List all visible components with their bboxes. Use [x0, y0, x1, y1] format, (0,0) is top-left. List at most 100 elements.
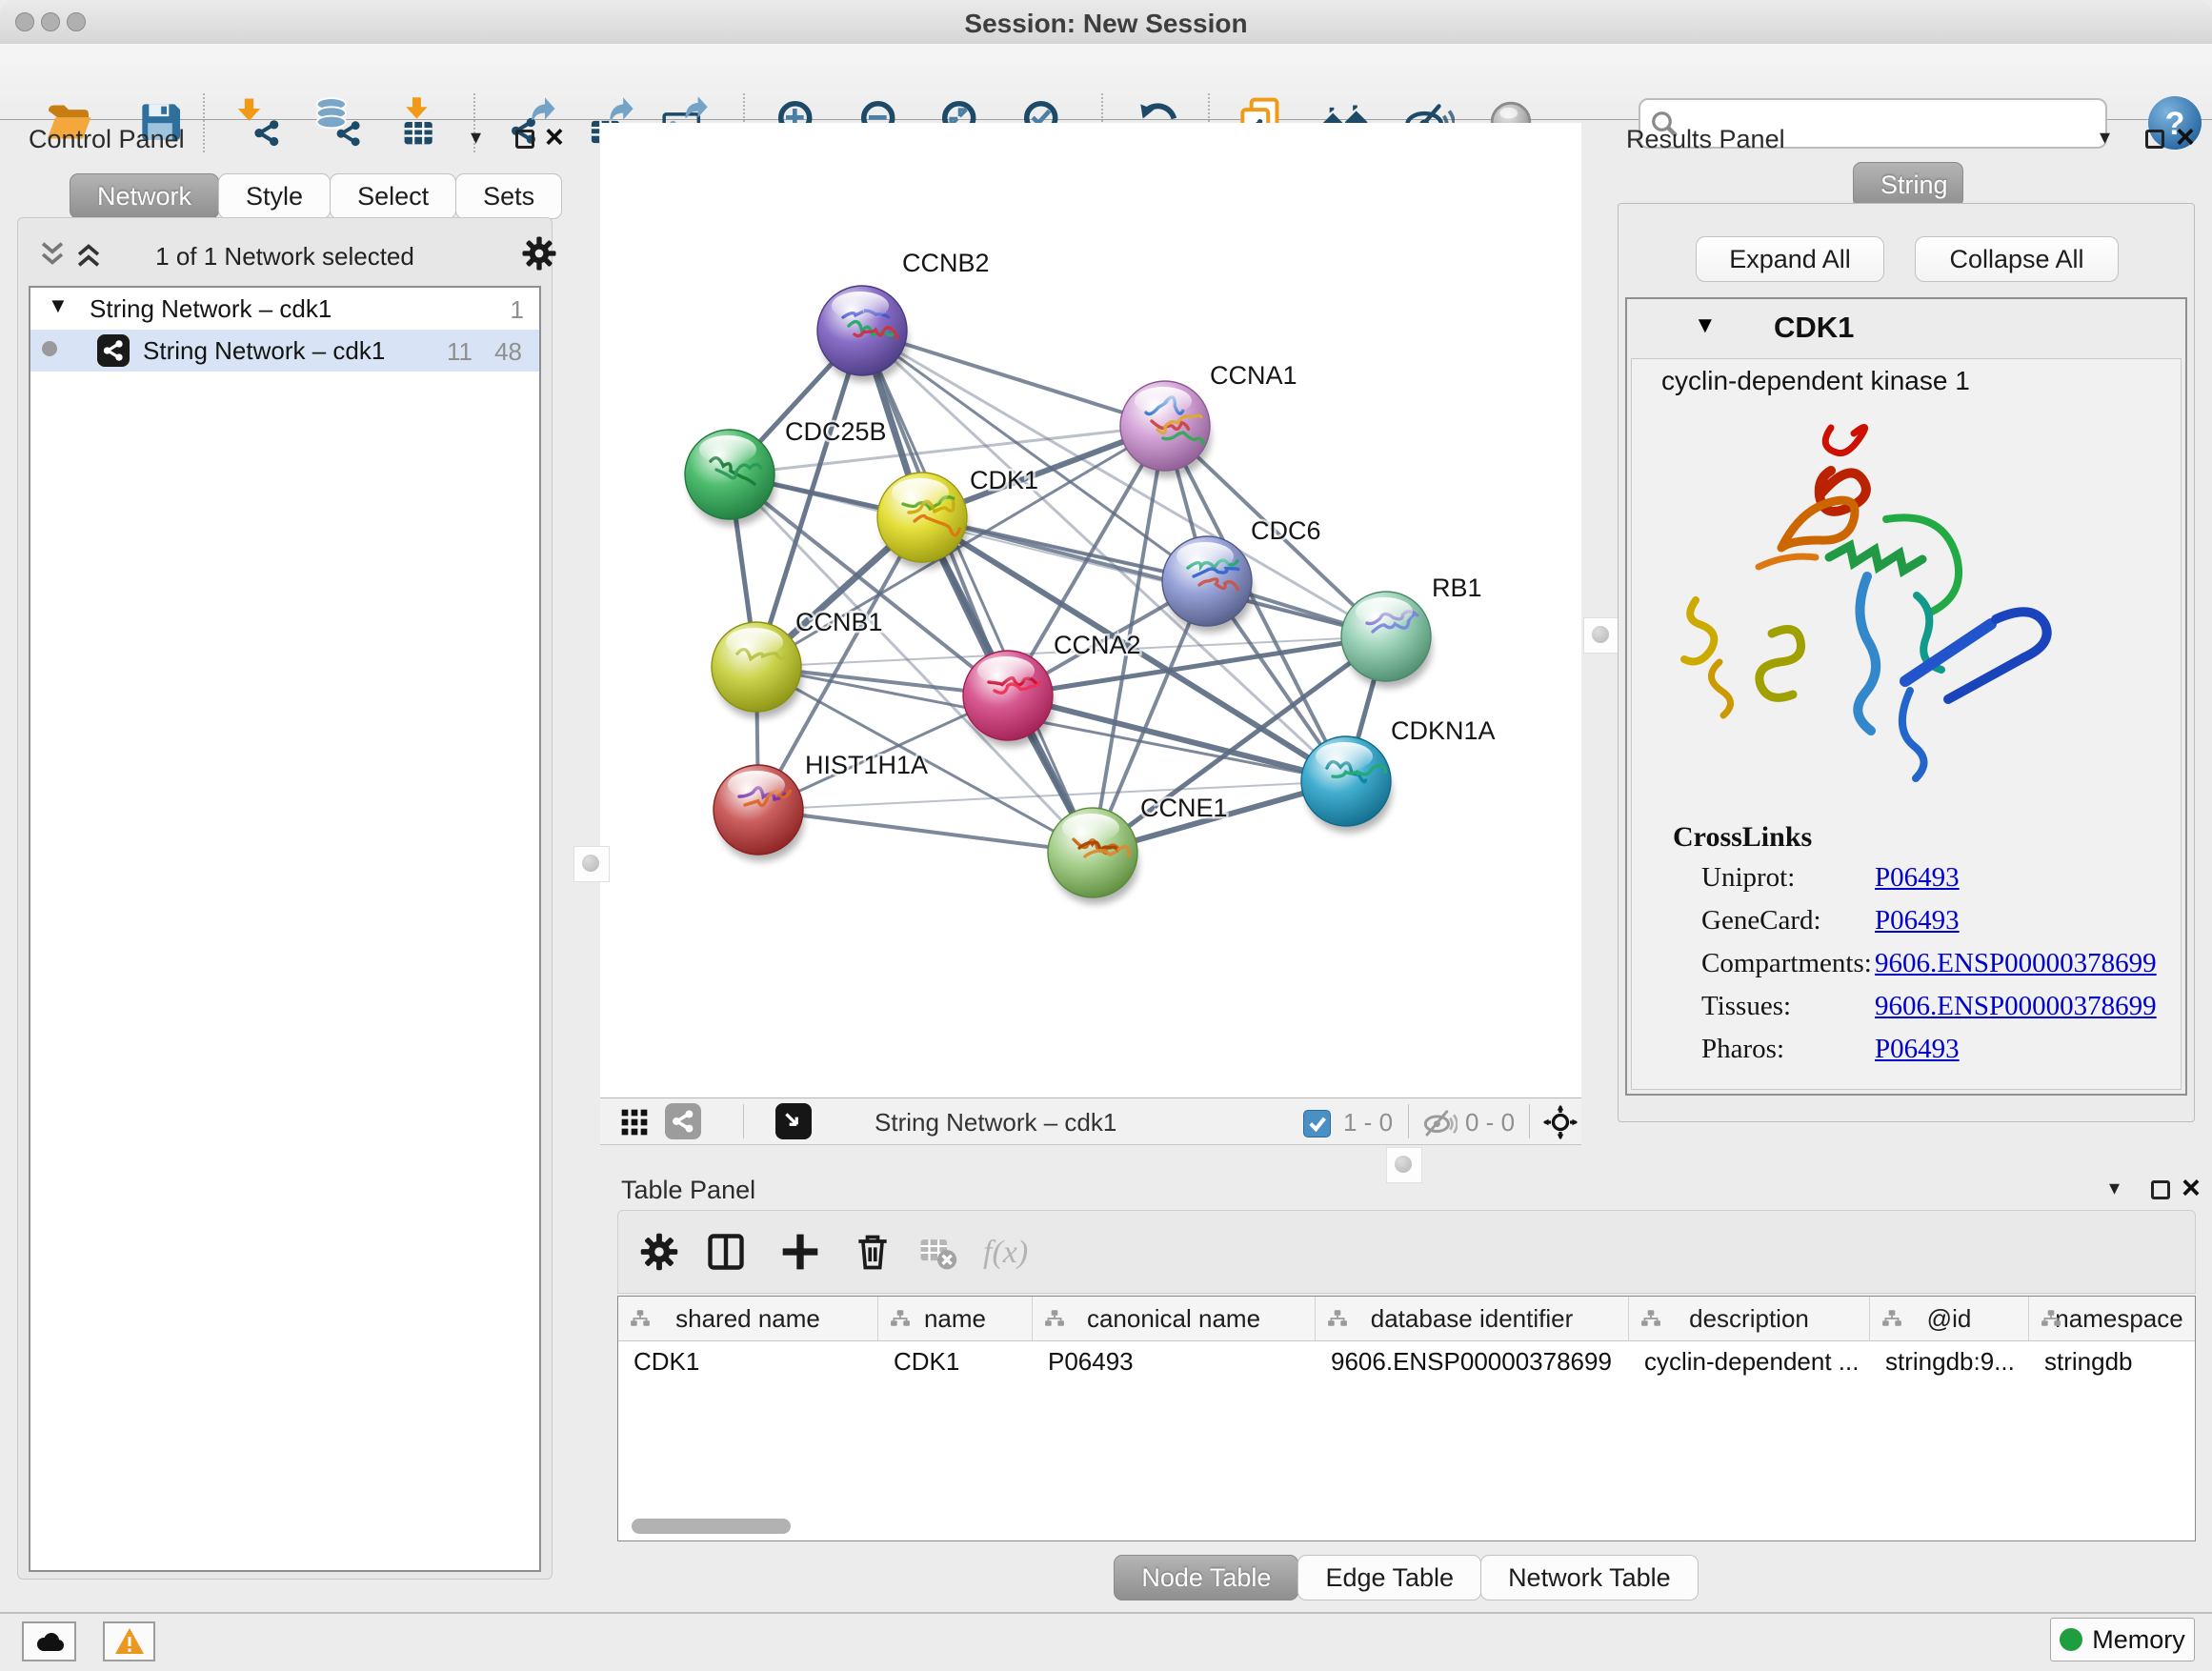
column-header-shared-name[interactable]: shared name	[618, 1297, 878, 1340]
import-network-database-icon[interactable]	[312, 95, 366, 149]
application-window: Session: New Session	[0, 0, 2212, 1671]
control-panel-menu-icon[interactable]: ▾	[471, 125, 481, 150]
collapse-triangle-icon[interactable]: ▼	[48, 293, 69, 318]
table-horizontal-scrollbar[interactable]	[632, 1519, 791, 1534]
network-node-CCNB1[interactable]: CCNB1	[712, 608, 883, 718]
edge-count: 48	[494, 337, 522, 367]
crosslink-row: GeneCard:P06493	[1625, 905, 2178, 948]
separator	[743, 1104, 744, 1138]
selected-checkbox-icon[interactable]	[1303, 1110, 1331, 1137]
crosslink-link[interactable]: 9606.ENSP00000378699	[1875, 991, 2157, 1022]
expand-all-button[interactable]: Expand All	[1696, 236, 1884, 282]
network-share-icon[interactable]	[665, 1103, 701, 1139]
import-table-icon[interactable]	[391, 95, 444, 149]
crosslink-label: Pharos:	[1701, 1034, 1784, 1065]
import-network-icon[interactable]	[232, 95, 286, 149]
protein-description: cyclin-dependent kinase 1	[1661, 366, 1970, 396]
network-type-icon	[97, 334, 130, 367]
control-panel-float-icon[interactable]	[515, 130, 534, 149]
table-row[interactable]: CDK1CDK1P064939606.ENSP00000378699cyclin…	[618, 1341, 2195, 1381]
column-header-canonical-name[interactable]: canonical name	[1033, 1297, 1316, 1340]
tab-sets[interactable]: Sets	[455, 173, 562, 219]
tab-network[interactable]: Network	[70, 173, 219, 219]
delete-column-icon[interactable]	[852, 1231, 894, 1273]
collection-count: 1	[511, 295, 524, 325]
table-cell[interactable]: 9606.ENSP00000378699	[1316, 1341, 1629, 1381]
right-splitter-handle[interactable]	[1583, 617, 1619, 654]
memory-button[interactable]: Memory	[2050, 1618, 2195, 1661]
network-canvas[interactable]: CCNB2CCNA1CDC25BCDK1CDC6RB1CCNB1CCNA2CDK…	[600, 123, 1581, 1097]
network-node-RB1[interactable]: RB1	[1341, 574, 1482, 688]
delete-table-icon[interactable]	[916, 1231, 958, 1273]
table-cell[interactable]: P06493	[1033, 1341, 1316, 1381]
main-toolbar: ?	[0, 44, 2212, 120]
column-header-name[interactable]: name	[878, 1297, 1033, 1340]
hidden-eye-icon[interactable]	[1421, 1104, 1458, 1140]
window-title: Session: New Session	[0, 9, 2212, 39]
tab-edge-table[interactable]: Edge Table	[1297, 1555, 1481, 1601]
crosslink-label: Uniprot:	[1701, 862, 1795, 894]
horizontal-splitter-handle[interactable]	[1386, 1147, 1422, 1183]
title-bar: Session: New Session	[0, 0, 2212, 45]
tab-select[interactable]: Select	[330, 173, 456, 219]
control-panel-close-icon[interactable]: ×	[545, 128, 564, 147]
separator	[1529, 1104, 1530, 1138]
network-edge-CCNE1-HIST1H1A[interactable]	[758, 810, 1093, 853]
tab-string[interactable]: String	[1853, 162, 1963, 208]
protein-collapse-triangle-icon[interactable]: ▼	[1694, 312, 1717, 339]
table-settings-gear-icon[interactable]	[638, 1231, 680, 1273]
add-column-icon[interactable]	[779, 1231, 821, 1273]
birdseye-view-icon[interactable]	[775, 1103, 812, 1139]
function-builder-icon[interactable]: f(x)	[983, 1235, 1028, 1271]
grid-view-icon[interactable]	[619, 1107, 650, 1137]
protein-name: CDK1	[1774, 311, 1854, 345]
crosslink-link[interactable]: P06493	[1875, 862, 1960, 894]
crosshair-icon[interactable]	[1541, 1103, 1579, 1141]
results-panel-menu-icon[interactable]: ▾	[2100, 125, 2110, 150]
table-cell[interactable]: stringdb	[2029, 1341, 2196, 1381]
node-label-CDC6: CDC6	[1251, 516, 1321, 545]
crosslink-link[interactable]: P06493	[1875, 1034, 1960, 1065]
node-count: 11	[447, 337, 473, 367]
table-cell[interactable]: stringdb:9...	[1870, 1341, 2029, 1381]
table-panel-close-icon[interactable]: ×	[2182, 1178, 2201, 1198]
network-node-CDK1[interactable]: CDK1	[877, 466, 1038, 569]
collapse-all-button[interactable]: Collapse All	[1915, 236, 2119, 282]
node-label-CCNE1: CCNE1	[1140, 794, 1228, 822]
network-node-CDKN1A[interactable]: CDKN1A	[1301, 716, 1496, 833]
tab-style[interactable]: Style	[218, 173, 331, 219]
cloud-icon[interactable]	[22, 1621, 76, 1661]
node-label-CDKN1A: CDKN1A	[1391, 716, 1496, 745]
left-splitter-handle[interactable]	[573, 846, 610, 882]
column-header-description[interactable]: description	[1629, 1297, 1870, 1340]
table-cell[interactable]: CDK1	[878, 1341, 1033, 1381]
column-header-@id[interactable]: @id	[1870, 1297, 2029, 1340]
table-panel-float-icon[interactable]	[2151, 1180, 2170, 1199]
protein-structure-image	[1667, 405, 2086, 824]
table-panel-menu-icon[interactable]: ▾	[2109, 1176, 2120, 1200]
tab-node-table[interactable]: Node Table	[1114, 1555, 1298, 1601]
crosslink-link[interactable]: 9606.ENSP00000378699	[1875, 948, 2157, 979]
results-panel-close-icon[interactable]: ×	[2176, 128, 2195, 147]
table-cell[interactable]: cyclin-dependent ...	[1629, 1341, 1870, 1381]
network-label: String Network – cdk1	[143, 336, 385, 366]
show-columns-icon[interactable]	[705, 1231, 747, 1273]
status-bar: Memory	[0, 1612, 2212, 1671]
tab-network-table[interactable]: Network Table	[1480, 1555, 1699, 1601]
column-header-namespace[interactable]: namespace	[2029, 1297, 2196, 1340]
memory-label: Memory	[2092, 1625, 2185, 1654]
toolbar-separator	[203, 93, 205, 152]
network-options-gear-icon[interactable]	[520, 234, 558, 272]
table-cell[interactable]: CDK1	[618, 1341, 878, 1381]
network-collection-row[interactable]: ▼ String Network – cdk1 1	[30, 288, 539, 330]
column-header-database-identifier[interactable]: database identifier	[1316, 1297, 1629, 1340]
crosslink-row: Pharos: P06493	[1625, 1034, 2178, 1077]
warning-icon[interactable]	[103, 1621, 155, 1661]
network-node-CCNA1[interactable]: CCNA1	[1120, 361, 1297, 477]
node-label-CCNA2: CCNA2	[1054, 631, 1141, 659]
results-panel-title: Results Panel	[1626, 125, 1785, 154]
crosslink-link[interactable]: P06493	[1875, 905, 1960, 936]
network-row[interactable]: String Network – cdk1 11 48	[30, 330, 539, 372]
network-node-CDC25B[interactable]: CDC25B	[685, 417, 887, 526]
results-panel-float-icon[interactable]	[2145, 130, 2164, 149]
